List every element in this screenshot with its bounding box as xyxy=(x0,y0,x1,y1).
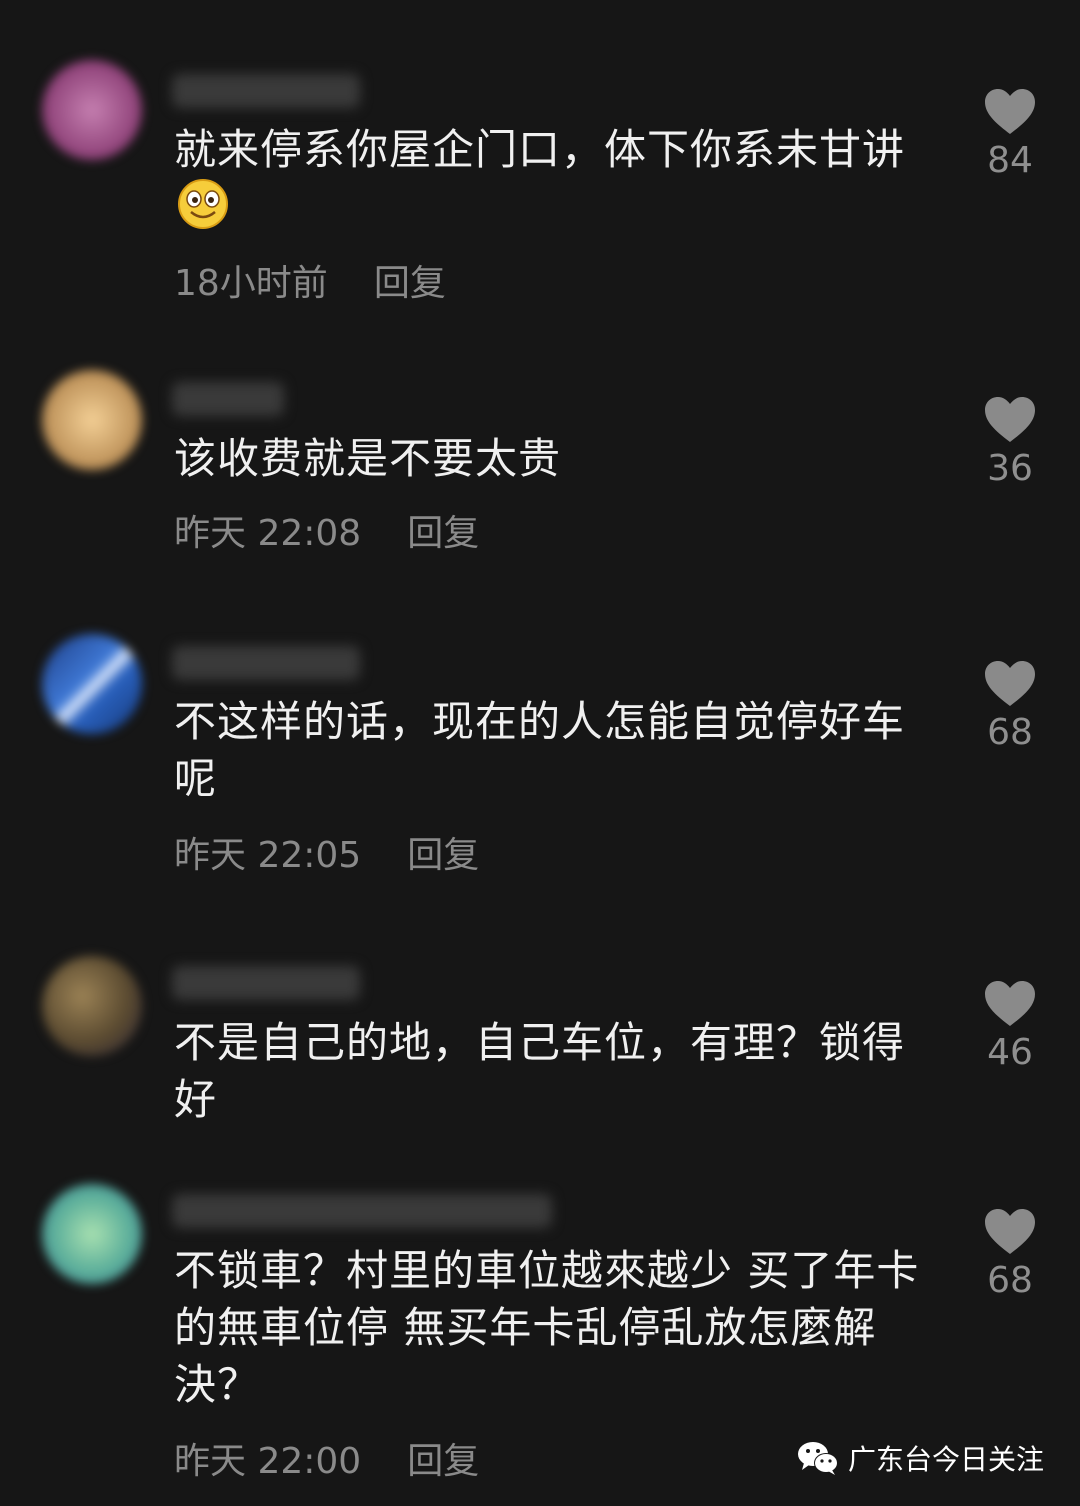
heart-icon xyxy=(985,661,1035,706)
like-button[interactable]: 36 xyxy=(970,396,1050,489)
reply-button[interactable]: 回复 xyxy=(407,835,479,876)
timestamp: 昨天 22:08 xyxy=(174,513,362,554)
timestamp: 昨天 22:00 xyxy=(174,1441,362,1482)
comment-text: 不是自己的地，自己车位，有理？锁得好 xyxy=(174,1018,906,1124)
comment-meta: 昨天 22:05 回复 xyxy=(174,826,479,878)
comment-text: 该收费就是不要太贵 xyxy=(174,434,562,483)
username-blurred[interactable] xyxy=(172,966,360,1000)
comment-meta: 18小时前 回复 xyxy=(174,254,446,306)
avatar[interactable] xyxy=(42,634,142,734)
like-button[interactable]: 84 xyxy=(970,88,1050,181)
username-blurred[interactable] xyxy=(172,382,284,416)
username-blurred[interactable] xyxy=(172,74,360,108)
comment-text: 就来停系你屋企门口，体下你系未甘讲 xyxy=(174,121,934,244)
reply-button[interactable]: 回复 xyxy=(374,263,446,304)
wechat-icon xyxy=(797,1442,838,1475)
comment-meta: 昨天 22:00 回复 xyxy=(174,1432,479,1484)
comment-text: 不这样的话，现在的人怎能自觉停好车呢 xyxy=(174,697,906,803)
like-count: 46 xyxy=(987,1032,1033,1073)
heart-icon xyxy=(985,89,1035,134)
watermark-text: 广东台今日关注 xyxy=(847,1443,1044,1476)
avatar[interactable] xyxy=(42,956,142,1056)
comment-text: 不锁車？村里的車位越來越少 买了年卡的無車位停 無买年卡乱停乱放怎麼解決？ xyxy=(174,1246,920,1409)
reply-button[interactable]: 回复 xyxy=(407,1441,479,1482)
comment-meta: 昨天 22:08 回复 xyxy=(174,504,479,556)
heart-icon xyxy=(985,1209,1035,1254)
like-button[interactable]: 68 xyxy=(970,660,1050,753)
like-count: 36 xyxy=(987,448,1033,489)
heart-icon xyxy=(985,981,1035,1026)
timestamp: 18小时前 xyxy=(174,263,328,304)
avatar[interactable] xyxy=(42,370,142,470)
avatar[interactable] xyxy=(42,60,142,160)
timestamp: 昨天 22:05 xyxy=(174,835,362,876)
like-count: 84 xyxy=(987,140,1033,181)
like-button[interactable]: 68 xyxy=(970,1208,1050,1301)
like-count: 68 xyxy=(987,1260,1033,1301)
reply-button[interactable]: 回复 xyxy=(407,513,479,554)
username-blurred[interactable] xyxy=(172,646,360,680)
watermark: 广东台今日关注 xyxy=(796,1436,1044,1480)
smiling-face-emoji-icon xyxy=(174,178,232,244)
heart-icon xyxy=(985,397,1035,442)
avatar[interactable] xyxy=(42,1184,142,1284)
like-count: 68 xyxy=(987,712,1033,753)
username-blurred[interactable] xyxy=(172,1194,552,1228)
like-button[interactable]: 46 xyxy=(970,980,1050,1073)
